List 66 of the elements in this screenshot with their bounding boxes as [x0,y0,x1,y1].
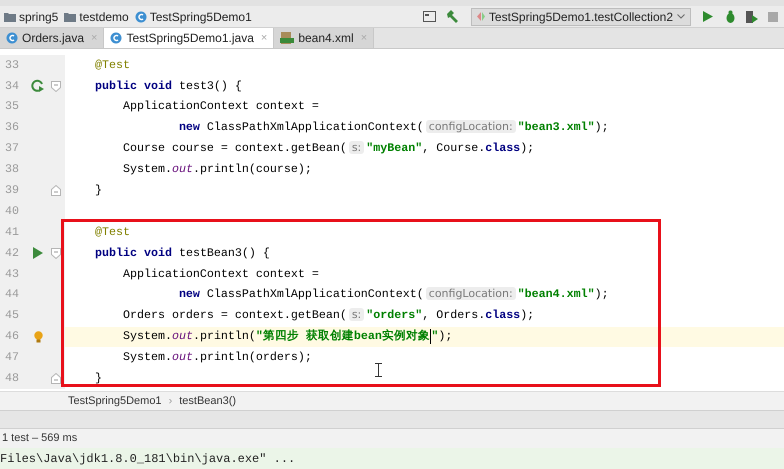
run-configuration-dropdown[interactable]: TestSpring5Demo1.testCollection2 [470,8,691,26]
code-line: ApplicationContext context = [122,266,319,283]
line-number: 40 [4,202,20,220]
config-icon [476,12,485,21]
editor-tab[interactable]: TestSpring5Demo1.java × [104,28,274,48]
code-line: ApplicationContext context = [122,98,319,116]
code-line: System.out.println(course); [122,161,312,178]
code-line: public void testBean3() { [95,244,270,262]
editor-tab[interactable]: Orders.java × [0,28,104,48]
breadcrumb-item[interactable]: testBean3() [179,392,236,410]
code-line: public void test3() { [95,78,242,95]
line-number: 46 [4,328,20,346]
code-line: Course course = context.getBean( s: "myBean", Course.class); [122,140,534,158]
code-line: new ClassPathXmlApplicationContext( configLocation: "bean4.xml"); [178,286,609,304]
fold-marker-icon[interactable] [51,373,61,384]
lightbulb-icon[interactable] [34,331,42,344]
code-line: System.out.println(orders); [122,349,312,366]
rerun-icon[interactable] [31,79,45,94]
breadcrumb-item[interactable]: spring5 [19,8,58,26]
run-icon[interactable] [703,11,713,22]
editor-tab[interactable]: bean4.xml × [274,28,374,48]
class-icon [134,10,147,22]
coverage-icon[interactable] [746,10,758,22]
bug-icon[interactable] [725,10,736,23]
code-line: System.out.println("第四步 获取创建bean实例对象"); [122,328,452,346]
line-number: 48 [4,370,20,388]
code-line: Orders orders = context.getBean( s: "orders", Orders.class); [122,307,534,324]
line-number: 34 [4,78,20,95]
class-icon [110,32,122,44]
xml-file-icon [280,32,294,44]
code-line: } [95,370,102,388]
folder-icon [4,12,16,22]
line-number: 38 [4,161,20,178]
line-number: 33 [4,56,20,74]
layout-icon[interactable] [422,11,436,22]
line-number: 47 [4,349,20,366]
breadcrumb-separator: › [168,394,172,409]
breadcrumb-item[interactable]: TestSpring5Demo1 [150,8,252,26]
breadcrumb-item[interactable]: TestSpring5Demo1 [68,392,162,410]
code-line: @Test [95,56,130,74]
line-number: 39 [4,182,20,200]
test-status-text: 1 test – 569 ms [2,431,78,446]
stop-icon[interactable] [768,12,778,22]
breadcrumb-item[interactable]: testdemo [79,8,129,26]
fold-marker-icon[interactable] [51,80,61,92]
line-number: 45 [4,307,20,324]
folder-icon [64,12,76,22]
run-icon[interactable] [33,247,43,260]
text-caret [430,328,432,344]
fold-marker-icon[interactable] [51,248,61,259]
code-line: @Test [95,224,130,241]
class-icon [6,32,18,44]
chevron-down-icon [677,14,685,19]
code-line: new ClassPathXmlApplicationContext( configLocation: "bean3.xml"); [178,119,609,136]
line-number: 35 [4,98,20,116]
line-number: 37 [4,140,20,158]
line-number: 36 [4,119,20,136]
line-number: 41 [4,224,20,241]
line-number: 42 [4,244,20,262]
console-output: Files\Java\jdk1.8.0_181\bin\java.exe" ... [0,448,784,469]
hammer-icon[interactable] [446,10,459,23]
line-number: 43 [4,266,20,283]
line-number: 44 [4,286,20,304]
text-cursor-icon [375,363,382,377]
code-line: } [95,182,102,200]
fold-marker-icon[interactable] [51,185,61,196]
